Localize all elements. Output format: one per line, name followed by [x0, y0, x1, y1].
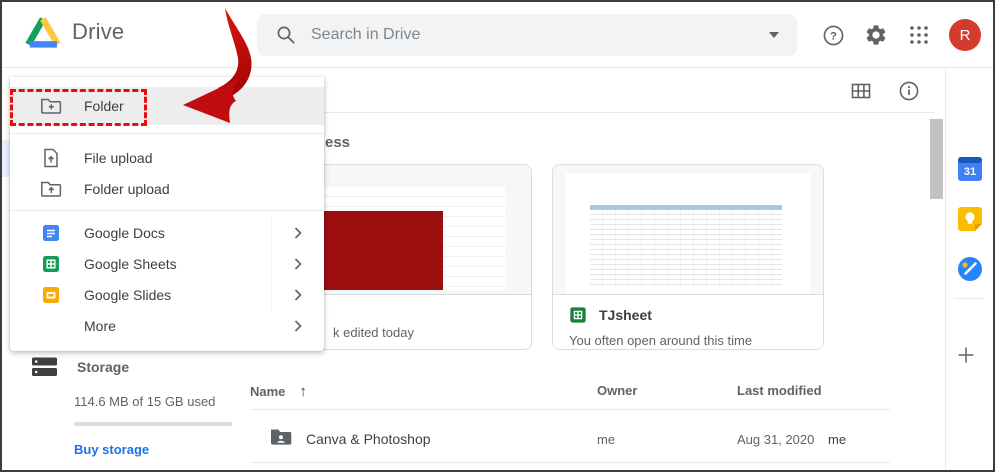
- quick-access-title-partial: ess: [325, 134, 350, 151]
- tasks-button[interactable]: [957, 256, 983, 282]
- menu-item-google-slides[interactable]: Google Slides: [10, 279, 324, 310]
- table-divider: [250, 462, 890, 463]
- app-header: Drive ?: [2, 2, 993, 68]
- storage-progress-bar: [74, 422, 232, 426]
- calendar-button[interactable]: 31: [957, 156, 983, 182]
- header-actions: ? R: [820, 2, 981, 68]
- svg-text:?: ?: [830, 30, 837, 42]
- file-upload-icon: [43, 148, 59, 168]
- storage-icon: [32, 357, 57, 377]
- sort-ascending-icon: ↑: [299, 383, 307, 400]
- plus-icon: [957, 346, 975, 364]
- menu-divider: [10, 210, 324, 211]
- help-button[interactable]: ?: [820, 22, 846, 48]
- file-owner: me: [597, 432, 737, 447]
- google-sheets-file-icon: [569, 306, 587, 324]
- search-bar: [257, 14, 797, 56]
- workspace-side-panel: 31: [945, 68, 993, 470]
- drive-logo-icon: [24, 15, 62, 49]
- search-options-caret-icon[interactable]: [769, 32, 779, 38]
- menu-item-folder[interactable]: Folder: [10, 87, 324, 125]
- account-avatar[interactable]: R: [949, 19, 981, 51]
- svg-text:31: 31: [964, 166, 976, 178]
- menu-item-label: File upload: [84, 150, 153, 166]
- drive-logo[interactable]: Drive: [24, 15, 124, 49]
- view-toolbar: [848, 78, 922, 104]
- apps-grid-icon: [907, 23, 931, 47]
- help-icon: ?: [821, 23, 846, 48]
- modified-by: me: [828, 432, 846, 447]
- google-slides-icon: [41, 285, 61, 305]
- details-button[interactable]: [896, 78, 922, 104]
- table-divider: [250, 409, 890, 410]
- spreadsheet-thumbnail: [553, 165, 823, 294]
- menu-item-more[interactable]: More: [10, 310, 324, 341]
- google-drive-window: Drive ?: [0, 0, 995, 472]
- storage-label: Storage: [77, 359, 129, 375]
- selected-sidebar-item-strip: [2, 140, 10, 177]
- vertical-scrollbar-thumb[interactable]: [930, 119, 943, 199]
- menu-item-label: More: [84, 318, 116, 334]
- card-caption-partial: k edited today: [333, 325, 414, 340]
- folder-upload-icon: [40, 180, 62, 198]
- gear-icon: [864, 23, 888, 47]
- search-input[interactable]: [311, 26, 769, 44]
- get-addons-button[interactable]: [957, 346, 983, 372]
- shared-folder-icon: [270, 428, 292, 446]
- card-title: TJsheet: [599, 307, 652, 323]
- submenu-chevron-icon: [294, 258, 302, 270]
- file-last-modified: Aug 31, 2020 me: [737, 432, 890, 447]
- menu-divider: [10, 133, 324, 134]
- submenu-chevron-icon: [294, 289, 302, 301]
- new-menu-popup: Folder File upload Folder upload: [10, 77, 324, 351]
- google-calendar-icon: 31: [957, 156, 983, 182]
- column-header-owner: Owner: [597, 383, 737, 400]
- menu-item-folder-upload[interactable]: Folder upload: [10, 173, 324, 204]
- info-icon: [897, 79, 921, 103]
- google-tasks-icon: [957, 256, 983, 282]
- google-docs-icon: [41, 223, 61, 243]
- file-table-header: Name ↑ Owner Last modified: [250, 383, 890, 400]
- menu-item-google-docs[interactable]: Google Docs: [10, 217, 324, 248]
- keep-button[interactable]: [957, 206, 983, 232]
- toolbar-divider: [250, 112, 934, 113]
- submenu-chevron-icon: [294, 320, 302, 332]
- column-header-name[interactable]: Name ↑: [250, 383, 597, 400]
- storage-usage-text: 114.6 MB of 15 GB used: [74, 394, 215, 409]
- suggestion-card-2[interactable]: TJsheet You often open around this time: [552, 164, 824, 350]
- menu-item-label: Google Slides: [84, 287, 171, 303]
- submenu-chevron-icon: [294, 227, 302, 239]
- settings-button[interactable]: [863, 22, 889, 48]
- file-name: Canva & Photoshop: [306, 431, 597, 447]
- google-keep-icon: [957, 206, 983, 232]
- column-header-last-modified: Last modified: [737, 383, 890, 400]
- table-row[interactable]: Canva & Photoshop me Aug 31, 2020 me: [250, 416, 890, 462]
- new-folder-icon: [40, 97, 62, 115]
- buy-storage-button[interactable]: Buy storage: [74, 442, 149, 457]
- search-icon[interactable]: [275, 24, 297, 46]
- menu-item-label: Folder upload: [84, 181, 170, 197]
- panel-divider: [954, 298, 984, 299]
- card-caption: You often open around this time: [553, 324, 823, 348]
- menu-item-file-upload[interactable]: File upload: [10, 142, 324, 173]
- google-sheets-icon: [41, 254, 61, 274]
- grid-view-icon: [849, 79, 873, 103]
- sidebar-item-storage[interactable]: Storage: [32, 357, 129, 377]
- menu-item-google-sheets[interactable]: Google Sheets: [10, 248, 324, 279]
- menu-item-label: Google Sheets: [84, 256, 177, 272]
- grid-view-button[interactable]: [848, 78, 874, 104]
- app-title: Drive: [72, 19, 124, 45]
- menu-item-label: Folder: [84, 98, 124, 114]
- apps-grid-button[interactable]: [906, 22, 932, 48]
- menu-item-label: Google Docs: [84, 225, 165, 241]
